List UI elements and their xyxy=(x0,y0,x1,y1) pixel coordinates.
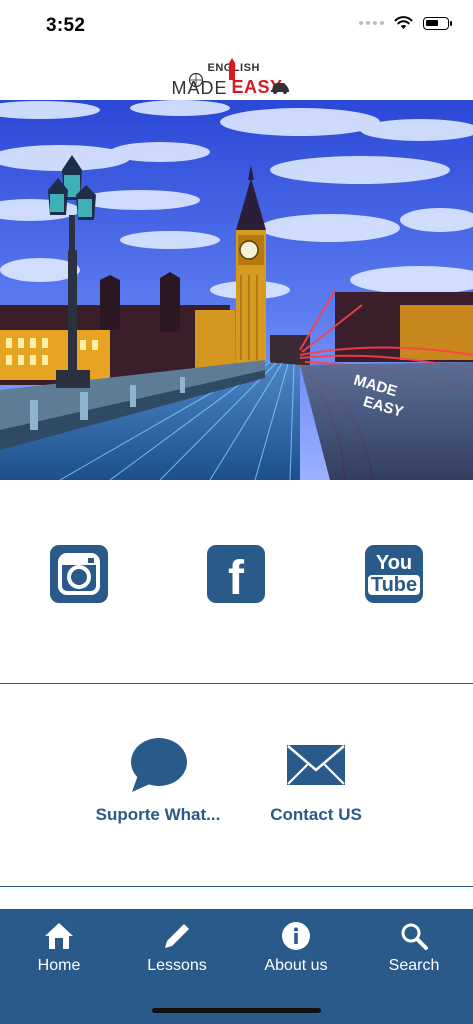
whatsapp-support-button[interactable]: Suporte What... xyxy=(88,735,228,825)
wifi-icon xyxy=(394,16,413,29)
chat-bubble-icon xyxy=(131,738,187,792)
tab-home-label: Home xyxy=(37,957,81,974)
tab-lessons-label: Lessons xyxy=(147,957,207,974)
tab-lessons[interactable]: Lessons xyxy=(118,919,236,975)
tab-search[interactable]: Search xyxy=(355,919,473,975)
search-icon xyxy=(401,923,428,950)
status-icons xyxy=(359,16,452,30)
hero-london-illustration: MADE EASY xyxy=(0,100,473,480)
contact-us-button[interactable]: Contact US xyxy=(256,735,376,825)
bottom-tab-bar: Home Lessons About us Search xyxy=(0,909,473,1024)
home-indicator xyxy=(152,1008,321,1013)
instagram-icon xyxy=(58,553,100,595)
hero-image: MADE EASY xyxy=(0,100,473,480)
home-icon xyxy=(45,923,73,949)
tab-about-us-label: About us xyxy=(264,957,328,974)
section-divider xyxy=(0,683,473,684)
facebook-button[interactable]: f xyxy=(207,545,265,605)
facebook-icon: f xyxy=(228,551,244,605)
section-divider xyxy=(0,886,473,887)
logo-ferris-wheel-icon xyxy=(188,72,203,88)
youtube-icon-tube: Tube xyxy=(367,575,421,595)
info-icon xyxy=(282,922,310,950)
status-time: 3:52 xyxy=(46,15,86,36)
contact-us-label: Contact US xyxy=(270,805,362,824)
whatsapp-support-label: Suporte What... xyxy=(95,805,221,824)
signal-dots-icon xyxy=(359,21,384,25)
pencil-icon xyxy=(165,924,189,948)
youtube-icon-you: You xyxy=(375,552,413,574)
envelope-icon xyxy=(287,745,345,785)
app-header: ENGLISH MADE EASY xyxy=(0,52,473,100)
app-logo: ENGLISH MADE EASY xyxy=(172,54,302,98)
logo-taxi-icon xyxy=(270,83,289,94)
tab-about-us[interactable]: About us xyxy=(237,919,355,975)
tab-search-label: Search xyxy=(388,957,440,974)
logo-bigben-icon xyxy=(228,58,235,80)
status-bar: 3:52 xyxy=(0,0,473,52)
battery-icon xyxy=(423,16,452,30)
instagram-button[interactable] xyxy=(50,545,108,603)
youtube-button[interactable]: You Tube xyxy=(365,545,423,603)
tab-home[interactable]: Home xyxy=(0,919,118,975)
social-links: f You Tube xyxy=(0,545,473,605)
